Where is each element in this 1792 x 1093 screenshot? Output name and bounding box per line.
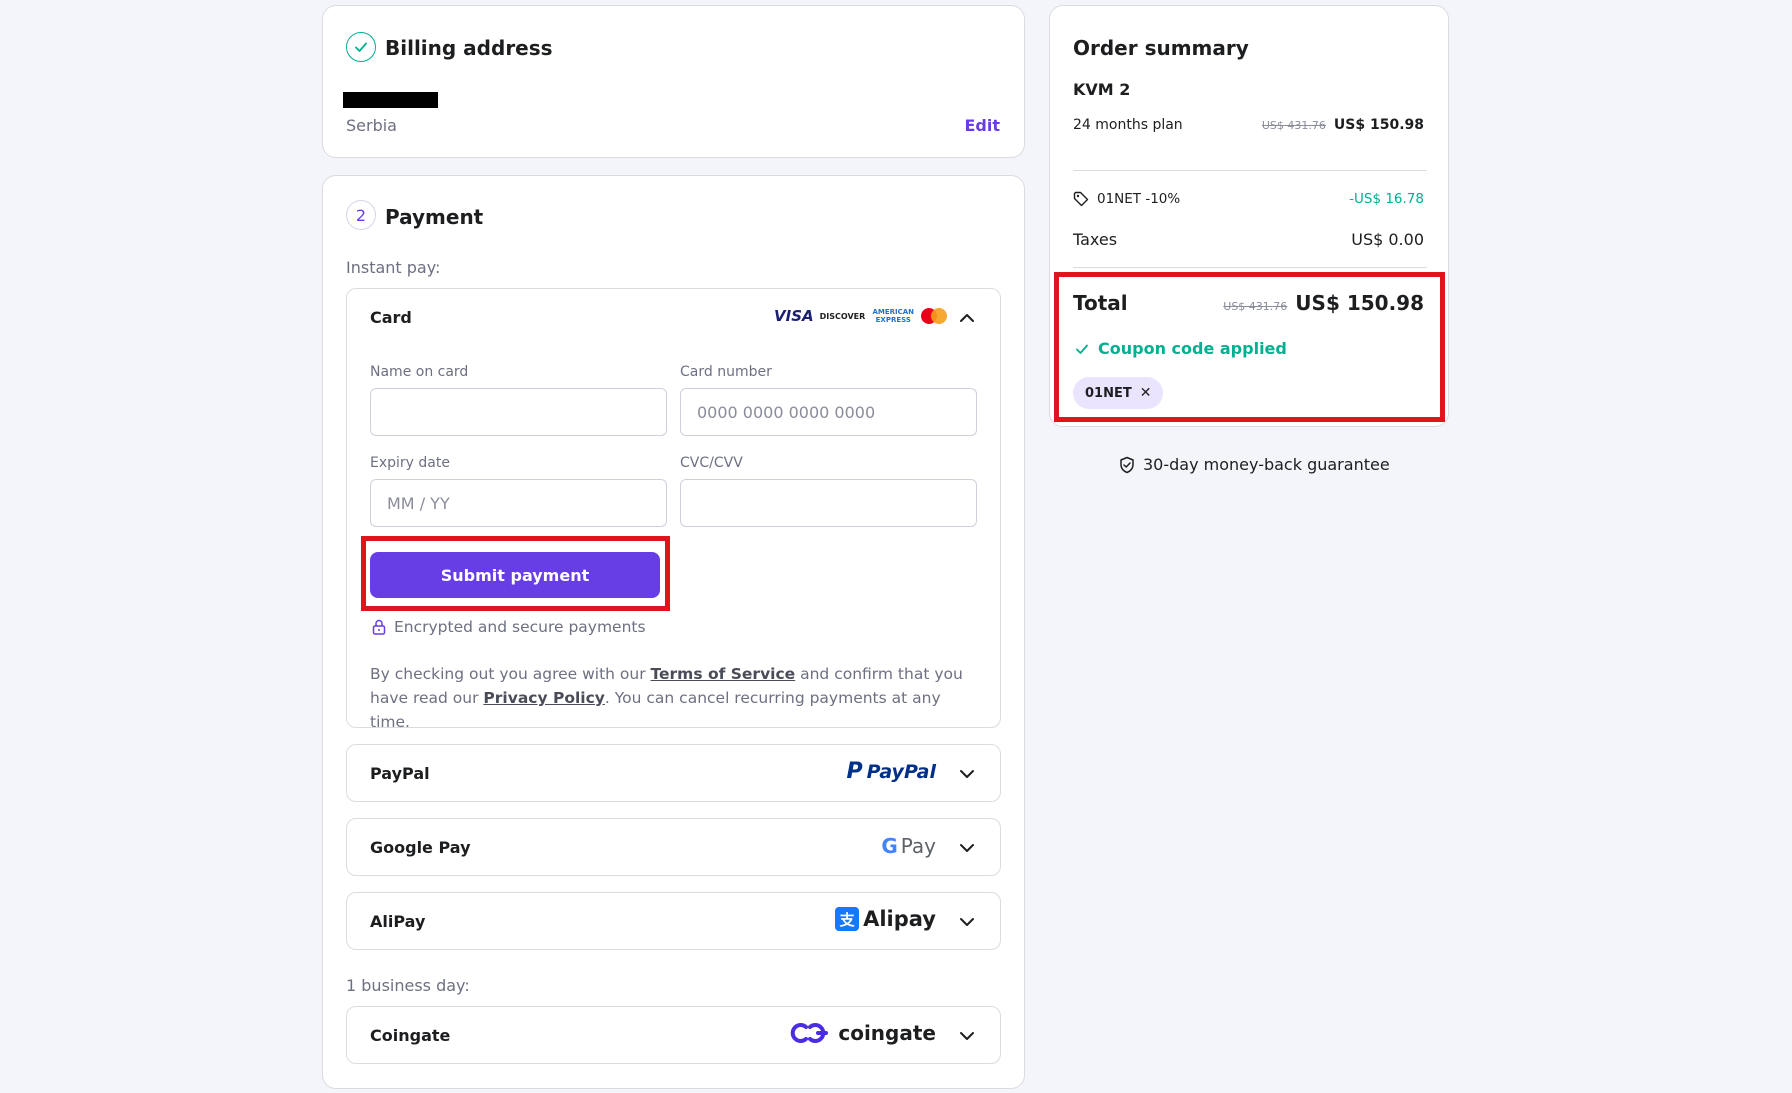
privacy-policy-link[interactable]: Privacy Policy	[483, 689, 605, 707]
summary-divider	[1073, 267, 1427, 268]
tag-icon	[1073, 191, 1089, 207]
cvc-label: CVC/CVV	[680, 455, 743, 471]
google-pay-method-name: Google Pay	[370, 838, 471, 857]
taxes-label: Taxes	[1073, 230, 1118, 249]
guarantee-text: 30-day money-back guarantee	[1143, 455, 1390, 474]
taxes-value: US$ 0.00	[1351, 230, 1424, 249]
google-g-icon: G	[881, 834, 898, 858]
billing-country: Serbia	[346, 116, 397, 135]
card-number-input[interactable]	[680, 388, 977, 436]
chevron-down-icon[interactable]	[957, 1026, 977, 1046]
paypal-p-icon: P	[846, 759, 863, 784]
legal-text: By checking out you agree with our Terms…	[370, 662, 985, 734]
business-day-label: 1 business day:	[346, 976, 470, 995]
edit-billing-link[interactable]: Edit	[964, 116, 1000, 135]
name-on-card-label: Name on card	[370, 364, 469, 380]
guarantee-row: 30-day money-back guarantee	[1119, 455, 1390, 474]
google-pay-logo-text: Pay	[900, 834, 936, 858]
remove-coupon-icon[interactable]: ✕	[1140, 385, 1152, 401]
name-on-card-input[interactable]	[370, 388, 667, 436]
order-summary-panel: Order summary KVM 2 24 months plan US$ 4…	[1049, 5, 1449, 427]
paypal-logo: P PayPal	[846, 759, 936, 784]
chevron-down-icon[interactable]	[957, 764, 977, 784]
redacted-name	[343, 92, 438, 108]
terms-of-service-link[interactable]: Terms of Service	[651, 665, 796, 683]
plan-old-price: US$ 431.76	[1261, 119, 1326, 132]
chevron-down-icon[interactable]	[957, 838, 977, 858]
discover-logo: DISCOVER	[819, 311, 866, 321]
shield-check-icon	[1120, 456, 1134, 473]
check-circle-icon	[346, 32, 376, 62]
submit-payment-button[interactable]: Submit payment	[370, 552, 660, 598]
legal-text-pre: By checking out you agree with our	[370, 665, 651, 683]
coupon-chip: 01NET ✕	[1073, 377, 1164, 409]
google-pay-logo: G Pay	[881, 834, 936, 858]
total-price-group: US$ 431.76 US$ 150.98	[1223, 291, 1424, 315]
payment-title: Payment	[385, 205, 484, 229]
expiry-date-label: Expiry date	[370, 455, 450, 471]
total-old-price: US$ 431.76	[1223, 300, 1288, 313]
paypal-method-name: PayPal	[370, 764, 430, 783]
secure-payments-text: Encrypted and secure payments	[394, 618, 646, 636]
total-label: Total	[1073, 291, 1128, 315]
lock-icon	[372, 619, 386, 635]
coupon-discount: -US$ 16.78	[1349, 191, 1424, 207]
alipay-logo: 支 Alipay	[835, 907, 936, 931]
cvc-input[interactable]	[680, 479, 977, 527]
alipay-method-row[interactable]: AliPay 支 Alipay	[346, 892, 1001, 950]
alipay-icon: 支	[835, 907, 860, 931]
coupon-line-label: 01NET -10%	[1097, 191, 1181, 207]
google-pay-method-row[interactable]: Google Pay G Pay	[346, 818, 1001, 876]
coingate-method-row[interactable]: Coingate coingate	[346, 1006, 1001, 1064]
plan-duration: 24 months plan	[1073, 117, 1183, 133]
coingate-icon	[791, 1023, 829, 1043]
payment-panel: 2 Payment Instant pay: Card VISA DISCOVE…	[322, 175, 1025, 1089]
plan-price-group: US$ 431.76 US$ 150.98	[1262, 117, 1424, 133]
total-price: US$ 150.98	[1295, 291, 1424, 315]
instant-pay-label: Instant pay:	[346, 258, 441, 277]
alipay-method-name: AliPay	[370, 912, 426, 931]
card-method-box: Card VISA DISCOVER AMERICAN EXPRESS Name…	[346, 288, 1001, 731]
coingate-logo-text: coingate	[838, 1021, 936, 1045]
product-name: KVM 2	[1073, 80, 1131, 99]
card-brand-logos: VISA DISCOVER AMERICAN EXPRESS	[774, 307, 948, 325]
billing-address-panel: Billing address Serbia Edit	[322, 5, 1025, 158]
amex-logo: AMERICAN EXPRESS	[872, 308, 915, 324]
coingate-logo: coingate	[788, 1021, 936, 1045]
order-summary-title: Order summary	[1073, 36, 1249, 60]
summary-divider	[1073, 170, 1427, 171]
chevron-down-icon[interactable]	[957, 912, 977, 932]
alipay-logo-text: Alipay	[863, 907, 936, 931]
coingate-method-name: Coingate	[370, 1026, 451, 1045]
paypal-logo-text: PayPal	[866, 760, 936, 783]
chevron-up-icon[interactable]	[957, 308, 977, 328]
card-number-label: Card number	[680, 364, 772, 380]
expiry-date-input[interactable]	[370, 479, 667, 527]
mastercard-logo	[921, 308, 948, 324]
check-icon	[1076, 344, 1088, 354]
coupon-chip-label: 01NET	[1085, 385, 1132, 401]
paypal-method-row[interactable]: PayPal P PayPal	[346, 744, 1001, 802]
visa-logo: VISA	[774, 307, 814, 325]
step-number-badge: 2	[346, 200, 376, 230]
billing-title: Billing address	[385, 36, 553, 60]
card-method-title[interactable]: Card	[370, 308, 412, 327]
coupon-applied-text: Coupon code applied	[1098, 339, 1287, 358]
plan-price: US$ 150.98	[1333, 117, 1424, 133]
